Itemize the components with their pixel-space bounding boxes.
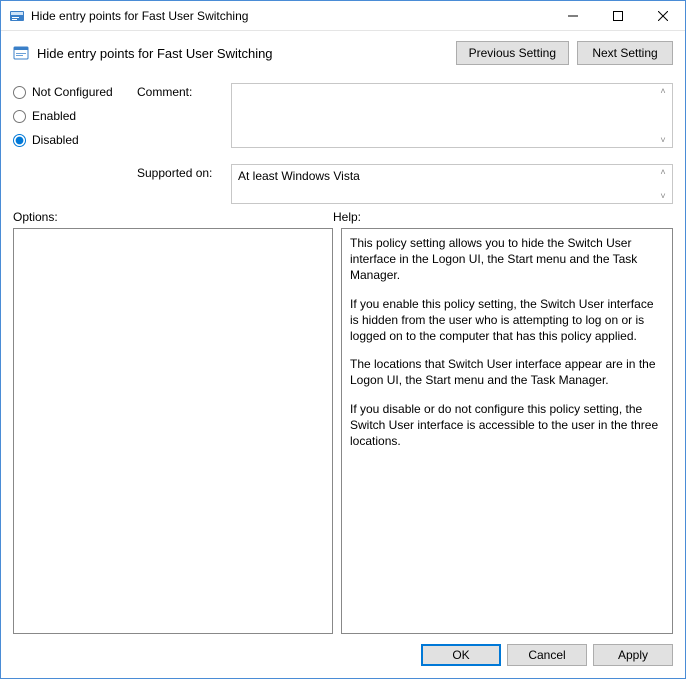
bottom-bar: OK Cancel Apply [1,634,685,678]
radio-disabled-label: Disabled [32,133,79,147]
comment-value [232,84,672,92]
help-panel[interactable]: This policy setting allows you to hide t… [341,228,673,634]
help-paragraph: If you enable this policy setting, the S… [350,296,664,345]
help-paragraph: If you disable or do not configure this … [350,401,664,450]
radio-not-configured-label: Not Configured [32,85,113,99]
policy-icon [13,45,29,61]
comment-label: Comment: [137,83,227,99]
radio-not-configured-input[interactable] [13,86,26,99]
previous-setting-button[interactable]: Previous Setting [456,41,569,65]
minimize-button[interactable] [550,1,595,30]
options-panel[interactable] [13,228,333,634]
apply-button[interactable]: Apply [593,644,673,666]
scroll-up-icon[interactable]: ˄ [656,167,670,177]
help-label: Help: [333,210,673,224]
help-paragraph: The locations that Switch User interface… [350,356,664,388]
titlebar: Hide entry points for Fast User Switchin… [1,1,685,31]
next-setting-button[interactable]: Next Setting [577,41,673,65]
radio-enabled-label: Enabled [32,109,76,123]
supported-on-box: At least Windows Vista ˄ ˅ [231,164,673,204]
header-title: Hide entry points for Fast User Switchin… [37,46,448,61]
close-button[interactable] [640,1,685,30]
scroll-down-icon[interactable]: ˅ [656,191,670,201]
gpedit-icon [9,8,25,24]
dialog-window: Hide entry points for Fast User Switchin… [0,0,686,679]
comment-textarea[interactable]: ˄ ˅ [231,83,673,148]
window-controls [550,1,685,30]
panels: This policy setting allows you to hide t… [1,228,685,634]
cancel-button[interactable]: Cancel [507,644,587,666]
ok-button[interactable]: OK [421,644,501,666]
radio-not-configured[interactable]: Not Configured [13,85,133,99]
help-paragraph: This policy setting allows you to hide t… [350,235,664,284]
radio-enabled-input[interactable] [13,110,26,123]
section-labels: Options: Help: [1,204,685,228]
supported-on-label: Supported on: [137,164,227,180]
window-title: Hide entry points for Fast User Switchin… [31,9,550,23]
radio-disabled[interactable]: Disabled [13,133,133,147]
state-radio-group: Not Configured Enabled Disabled [13,83,133,147]
scroll-down-icon[interactable]: ˅ [656,135,670,145]
scroll-up-icon[interactable]: ˄ [656,86,670,96]
radio-enabled[interactable]: Enabled [13,109,133,123]
radio-disabled-input[interactable] [13,134,26,147]
supported-on-value: At least Windows Vista [232,165,672,187]
maximize-button[interactable] [595,1,640,30]
options-label: Options: [13,210,333,224]
header-row: Hide entry points for Fast User Switchin… [1,31,685,83]
top-grid: Not Configured Enabled Disabled Comment:… [1,83,685,204]
